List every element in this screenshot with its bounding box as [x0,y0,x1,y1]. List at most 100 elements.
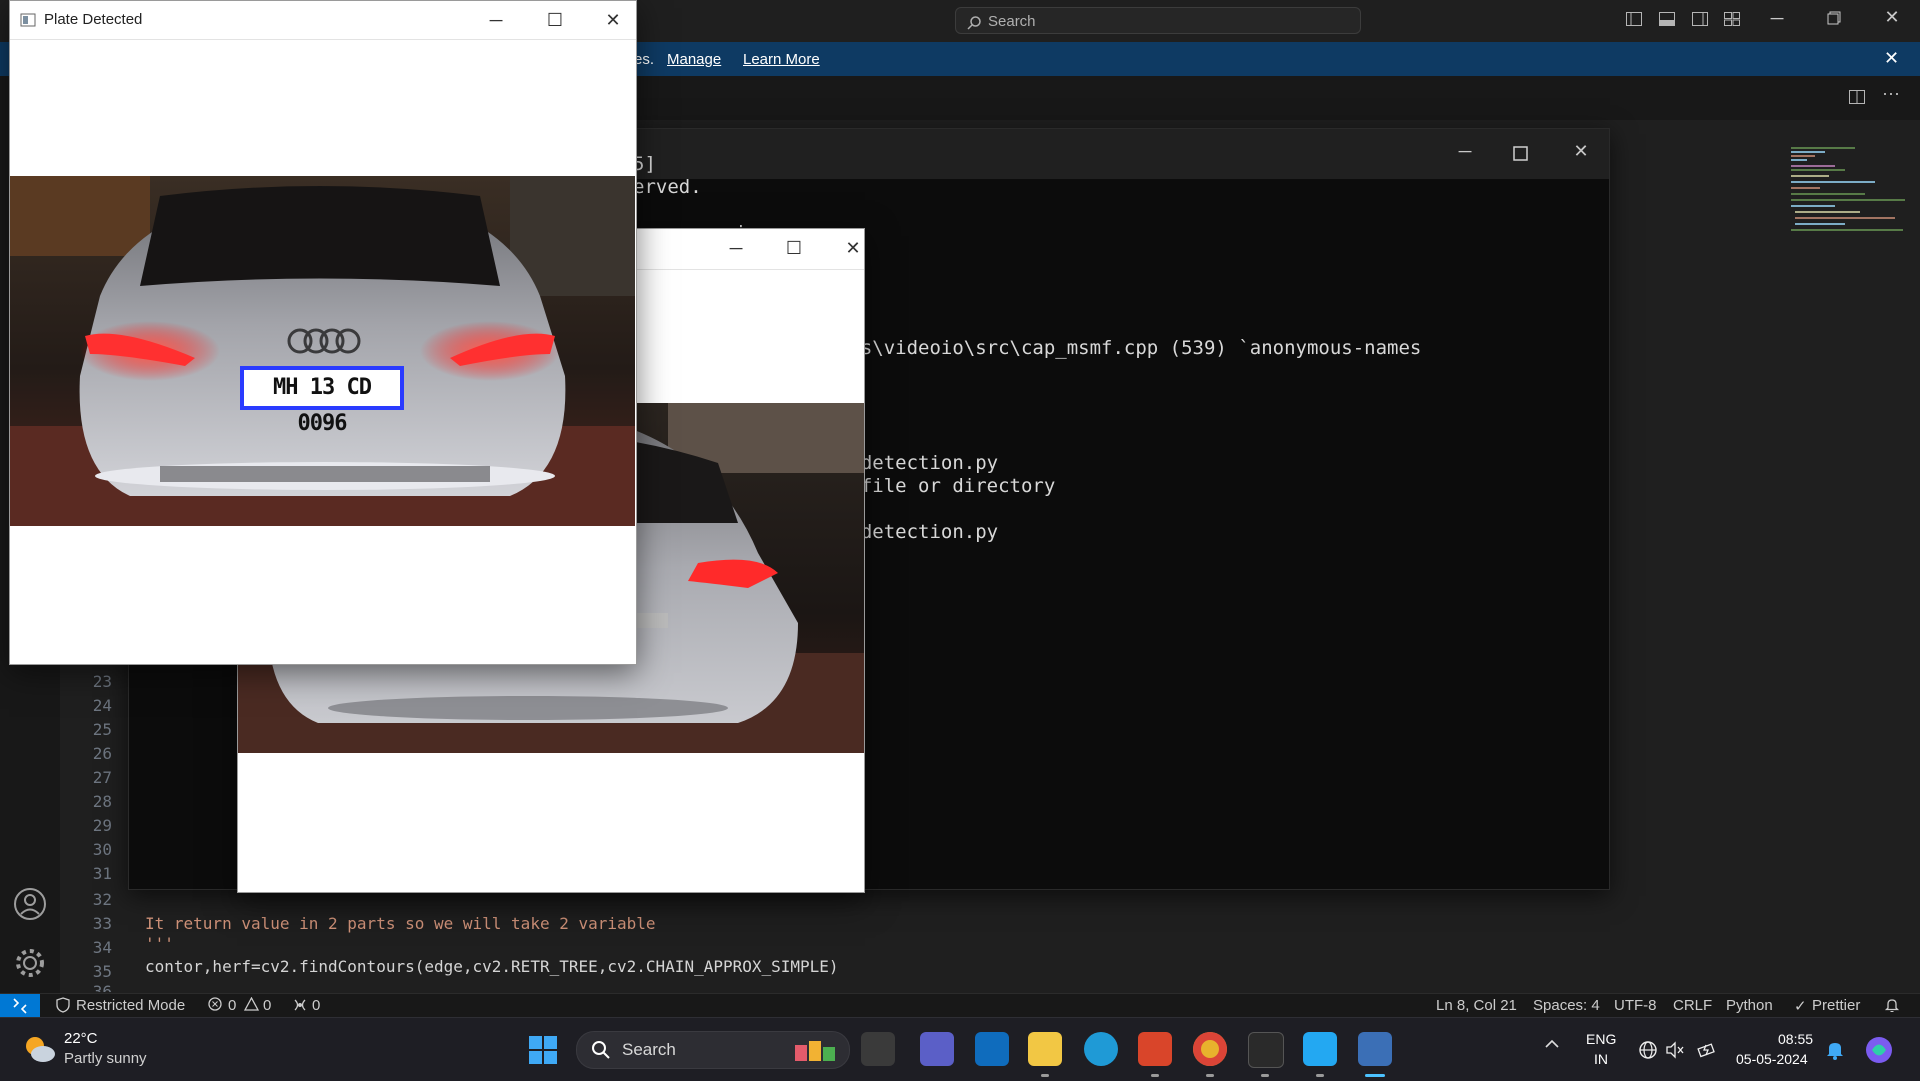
ports-icon[interactable] [292,997,308,1017]
toggle-panel-icon[interactable] [1657,10,1677,30]
more-actions-icon[interactable]: ⋯ [1882,84,1900,105]
line-number-35: 35 [92,962,112,981]
line-number-32: 32 [92,890,112,909]
line-number: 25 [92,720,112,739]
clock-date[interactable]: 05-05-2024 [1736,1051,1808,1067]
line-number-34: 34 [92,938,112,957]
mail-icon[interactable] [975,1032,1009,1066]
chrome-running-indicator [1206,1074,1214,1077]
vscode-close-icon[interactable]: ✕ [1880,7,1904,28]
vscode-restore-icon[interactable] [1822,9,1846,30]
code-line-33[interactable]: It return value in 2 parts so we will ta… [145,914,656,933]
search-placeholder: Search [988,13,1036,30]
split-editor-icon[interactable] [1848,88,1866,111]
shield-icon [56,997,70,1017]
vscode-minimize-icon[interactable]: ─ [1765,8,1789,29]
banner-close-icon[interactable]: ✕ [1884,48,1899,69]
restricted-mode-label[interactable]: Restricted Mode [76,997,185,1014]
customize-layout-icon[interactable] [1722,10,1742,30]
python-active-indicator [1365,1074,1385,1077]
ports-count[interactable]: 0 [312,997,320,1014]
accounts-icon[interactable] [13,887,47,926]
copilot-icon[interactable] [1864,1035,1894,1070]
network-globe-icon[interactable] [1638,1040,1658,1065]
line-number: 28 [92,792,112,811]
line-number: 27 [92,768,112,787]
notification-bell-icon[interactable] [1826,1040,1844,1065]
secondary-maximize-icon[interactable]: ☐ [771,235,817,261]
volume-muted-icon[interactable] [1665,1040,1685,1065]
command-search-box[interactable]: Search [955,7,1361,34]
weather-temperature[interactable]: 22°C [64,1030,98,1047]
plate-window-titlebar[interactable]: Plate Detected ─ ☐ ✕ [10,1,636,40]
banner-manage-link[interactable]: Manage [667,51,721,68]
indentation[interactable]: Spaces: 4 [1533,997,1600,1014]
clock-time[interactable]: 08:55 [1778,1031,1813,1047]
code-line-34[interactable]: ''' [145,934,174,953]
manage-gear-icon[interactable] [13,946,47,985]
windows-start-icon[interactable] [529,1036,557,1069]
edge-icon[interactable] [1084,1032,1118,1066]
cursor-position[interactable]: Ln 8, Col 21 [1436,997,1517,1014]
language-mode[interactable]: Python [1726,997,1773,1014]
vscode-icon[interactable] [1303,1032,1337,1066]
line-number-33: 33 [92,914,112,933]
line-number: 29 [92,816,112,835]
search-highlight-icon [793,1037,837,1068]
taskbar-search-placeholder: Search [622,1040,676,1059]
line-number: 31 [92,864,112,883]
vscode-running-indicator [1316,1074,1324,1077]
weather-sun-cloud-icon[interactable] [22,1034,56,1069]
toggle-secondary-sidebar-icon[interactable] [1690,10,1710,30]
file-encoding[interactable]: UTF-8 [1614,997,1657,1014]
plate-maximize-icon[interactable]: ☐ [532,7,578,33]
end-of-line[interactable]: CRLF [1673,997,1712,1014]
banner-text: es. [634,51,655,68]
error-icon[interactable] [208,997,222,1015]
prettier-formatter[interactable]: Prettier [1812,997,1860,1014]
python-icon[interactable] [1358,1032,1392,1066]
show-hidden-icons-chevron-icon[interactable] [1544,1036,1560,1057]
terminal-minimize-icon[interactable]: ─ [1453,141,1477,162]
secondary-close-icon[interactable]: ✕ [830,235,864,261]
line-number-36: 36 [92,982,112,992]
secondary-minimize-icon[interactable]: ─ [713,235,759,261]
taskbar-search-box[interactable]: Search [576,1031,850,1069]
weather-description[interactable]: Partly sunny [64,1050,147,1067]
notifications-bell-icon[interactable] [1884,997,1900,1017]
terminal-running-indicator [1261,1074,1269,1077]
warning-count[interactable]: 0 [263,997,271,1014]
checkmark-icon: ✓ [1794,998,1807,1015]
windows-taskbar: 22°C Partly sunny Search ENG IN 08:55 05 [0,1017,1920,1081]
code-line-35[interactable]: contor,herf=cv2.findContours(edge,cv2.RE… [145,957,839,976]
wps-office-icon[interactable] [1138,1032,1172,1066]
line-number: 30 [92,840,112,859]
plate-minimize-icon[interactable]: ─ [473,7,519,33]
warning-icon[interactable] [243,996,260,1015]
taskbar-search-icon [591,1040,611,1065]
task-view-icon[interactable] [861,1032,895,1066]
terminal-maximize-icon[interactable] [1513,146,1528,166]
teams-icon[interactable] [920,1032,954,1066]
wps-running-indicator [1151,1074,1159,1077]
terminal-line: erved. [633,176,702,198]
line-number: 26 [92,744,112,763]
error-count[interactable]: 0 [228,997,236,1014]
plate-detected-window[interactable]: Plate Detected ─ ☐ ✕ MH 13 CD 0096 [9,0,637,665]
battery-charging-icon[interactable] [1697,1040,1717,1065]
chrome-icon[interactable] [1193,1032,1227,1066]
terminal-close-icon[interactable]: ✕ [1569,141,1593,162]
input-language[interactable]: ENG [1586,1031,1616,1047]
toggle-primary-sidebar-icon[interactable] [1624,10,1644,30]
line-number: 24 [92,696,112,715]
terminal-icon[interactable] [1248,1032,1284,1068]
banner-learn-more-link[interactable]: Learn More [743,51,820,68]
line-number: 23 [92,672,112,691]
plate-close-icon[interactable]: ✕ [590,7,636,33]
minimap[interactable] [1785,140,1910,260]
search-icon [966,13,982,40]
input-region[interactable]: IN [1594,1051,1608,1067]
license-plate: MH 13 CD 0096 [240,366,404,436]
remote-indicator-button[interactable] [0,994,40,1018]
file-explorer-icon[interactable] [1028,1032,1062,1066]
